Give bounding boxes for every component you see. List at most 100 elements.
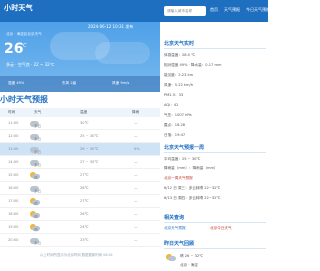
week-forecast-title: 北京天气预报一周: [164, 145, 205, 151]
row-time: 11:00: [8, 121, 19, 125]
row-temperature: 27 ~ 30℃: [80, 160, 99, 164]
forecast-footnote: 以上时间所显示为北京时间 数据更新时间 08:41: [40, 253, 113, 257]
humidity-stat: 湿度 49%: [8, 81, 25, 85]
top-nav-bar: 小时天气 请输入城市名称 首页 天气预报 今日天气预报: [0, 0, 270, 22]
table-row[interactable]: 14:00 多云 27 ~ 30℃ —: [0, 156, 160, 169]
row-rain: —: [134, 121, 138, 125]
realtime-stat: 日落：19:47: [164, 133, 186, 137]
row-time: 16:00: [8, 186, 19, 190]
row-rain: —: [134, 173, 138, 177]
row-condition: 多云: [34, 189, 42, 193]
row-condition: 晴: [34, 215, 38, 219]
row-temperature: 24℃: [80, 225, 89, 229]
row-rain: —: [134, 212, 138, 216]
search-input[interactable]: 请输入城市名称: [164, 6, 206, 16]
realtime-stat: 露点：18.28: [164, 123, 186, 127]
realtime-stat: 能见度：2.23 km: [164, 73, 194, 77]
row-condition: 多云: [34, 241, 42, 245]
week-avg-temp: 平均温度：25 ~ 30℃: [164, 157, 201, 161]
row-temperature: 26℃: [80, 212, 89, 216]
realtime-stat: 风速：5.22 km/h: [164, 83, 193, 87]
nav-item-forecast[interactable]: 天气预报: [224, 7, 240, 13]
divider: [164, 152, 266, 153]
row-temperature: 26 ~ 30℃: [80, 147, 99, 151]
row-temperature: 30℃: [80, 121, 89, 125]
row-condition: 多云: [34, 150, 42, 154]
realtime-stat: 相对湿度 49% · 降水量：0.17 mm: [164, 63, 222, 67]
yesterday-title: 昨日天气回顾: [164, 241, 195, 247]
related-title: 相关查询: [164, 215, 185, 221]
row-time: 12:00: [8, 134, 19, 138]
current-condition: 多云 · 空气良 · 22 ~ 32℃: [6, 62, 55, 67]
forecast-title: 小时天气预报: [0, 95, 48, 104]
row-temperature: 25 ~ 30℃: [80, 134, 99, 138]
row-rain: —: [134, 134, 138, 138]
row-rain: —: [134, 186, 138, 190]
realtime-stat: 气压：1007 hPa: [164, 113, 192, 117]
row-temperature: 23℃: [80, 238, 89, 242]
row-condition: 晴: [34, 176, 38, 180]
row-time: 13:00: [8, 147, 19, 151]
site-logo[interactable]: 小时天气: [4, 3, 33, 13]
row-rain: —: [134, 199, 138, 203]
row-rain: 0%: [134, 147, 140, 151]
row-rain: —: [134, 238, 138, 242]
row-condition: 晴: [34, 228, 38, 232]
row-condition: 多云: [34, 163, 42, 167]
yesterday-location: 北京 · 海淀: [180, 263, 198, 267]
table-row[interactable]: 19:00 晴 24℃ —: [0, 221, 160, 234]
page: 小时天气 请输入城市名称 首页 天气预报 今日天气预报 2024-06-12 1…: [0, 0, 270, 271]
cloud-decoration: [95, 42, 150, 64]
row-time: 15:00: [8, 173, 19, 177]
column-header-rain: 降雨: [132, 110, 140, 114]
row-rain: —: [134, 225, 138, 229]
table-row[interactable]: 17:00 晴 27℃ —: [0, 195, 160, 208]
column-header-temperature: 温度: [80, 110, 88, 114]
temperature-unit: ℃: [21, 43, 27, 49]
table-row[interactable]: 15:00 晴 27℃ —: [0, 169, 160, 182]
realtime-stat: PM2.5：33: [164, 93, 184, 97]
nav-item-today[interactable]: 今日天气预报: [246, 7, 270, 13]
table-row[interactable]: 18:00 晴 26℃ —: [0, 208, 160, 221]
table-row[interactable]: 12:00 多云 25 ~ 30℃ —: [0, 130, 160, 143]
current-weather-hero: 2024-06-12 10:31 发布 北京 · 海淀区北京天气 26 ℃ 多云…: [0, 22, 160, 92]
wind-speed-stat: 风速 9m/s: [112, 81, 130, 85]
realtime-stat: AQI：42: [164, 103, 179, 107]
realtime-title: 北京天气实时: [164, 41, 195, 47]
row-time: 19:00: [8, 225, 19, 229]
nav-item-home[interactable]: 首页: [210, 7, 218, 13]
row-time: 20:00: [8, 238, 19, 242]
row-temperature: 27℃: [80, 199, 89, 203]
table-row[interactable]: 11:00 多云 30℃ —: [0, 117, 160, 130]
week-day-row[interactable]: 6/12 日 周三：多云转晴 22~32℃: [164, 186, 220, 191]
row-time: 17:00: [8, 199, 19, 203]
week-day-row[interactable]: 6/13 日 周四：多云转晴 22~32℃: [164, 196, 220, 201]
publish-time: 2024-06-12 10:31 发布: [88, 24, 134, 29]
divider: [164, 48, 266, 49]
wind-direction-stat: 东风 2级: [62, 81, 77, 85]
column-header-weather: 天气: [34, 110, 42, 114]
table-row[interactable]: 20:00 多云 23℃ —: [0, 234, 160, 247]
location-label[interactable]: 北京 · 海淀区北京天气: [6, 32, 42, 37]
table-row[interactable]: 13:00 多云 26 ~ 30℃ 0%: [0, 143, 160, 156]
table-row[interactable]: 16:00 多云 28℃ —: [0, 182, 160, 195]
divider: [164, 248, 266, 249]
related-link[interactable]: 北京今日天气: [210, 226, 232, 231]
row-condition: 多云: [34, 124, 42, 128]
week-rainfall: 降雨量（mm）：降雨量（mm）: [164, 166, 218, 170]
week-forecast-link[interactable]: 北京一周天气预报: [164, 176, 193, 181]
row-time: 14:00: [8, 160, 19, 164]
row-condition: 多云: [34, 137, 42, 141]
realtime-stat: 体感温度：28.0 ℃: [164, 53, 196, 57]
column-header-time: 时间: [8, 110, 16, 114]
divider: [164, 222, 266, 223]
yesterday-summary: 晴 26 ~ 32℃: [180, 254, 204, 258]
sun-cloud-icon: [166, 254, 176, 261]
hero-stats-strip: 湿度 49% 东风 2级 风速 9m/s: [0, 76, 160, 92]
row-time: 18:00: [8, 212, 19, 216]
forecast-table-header: 时间 天气 温度 降雨: [0, 108, 160, 117]
row-temperature: 27℃: [80, 173, 89, 177]
related-link[interactable]: 北京天气预报: [164, 226, 186, 231]
row-temperature: 28℃: [80, 186, 89, 190]
row-condition: 晴: [34, 202, 38, 206]
